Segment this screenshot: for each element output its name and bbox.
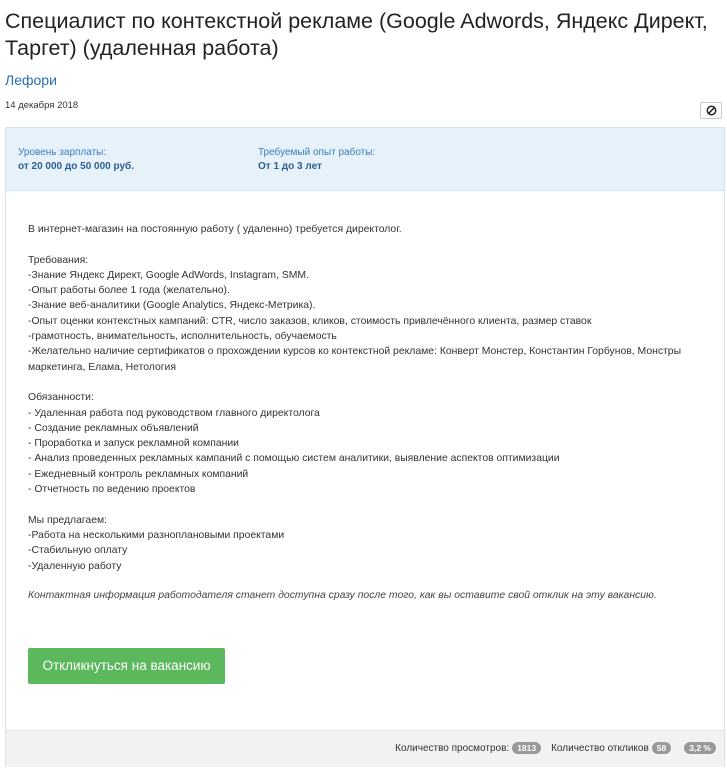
rate-stat: 3,2 % [681,742,716,754]
responses-label: Количество откликов [551,742,649,754]
views-label: Количество просмотров: [395,742,510,754]
response-rate-badge: 3,2 % [684,742,716,754]
vacancy-description: В интернет-магазин на постоянную работу … [28,222,708,574]
list-item: -Работа на несколькими разноплановыми пр… [28,529,285,541]
vacancy-card: Уровень зарплаты: от 20 000 до 50 000 ру… [5,127,725,767]
list-item: - Отчетность по ведению проектов [28,484,196,496]
list-item: -Опыт работы более 1 года (желательно). [28,285,230,297]
duties-title: Обязанности: [28,392,94,404]
list-item: - Ежедневный контроль рекламных компаний [28,468,249,480]
list-item: -грамотность, внимательность, исполнител… [28,331,337,343]
list-item: - Анализ проведенных рекламных кампаний … [28,453,560,465]
responses-count-badge: 58 [651,742,672,754]
list-item: - Проработка и запуск рекламной компании [28,438,239,450]
list-item: -Опыт оценки контекстных кампаний: CTR, … [28,315,592,327]
experience-block: Требуемый опыт работы: От 1 до 3 лет [258,146,375,174]
company-link[interactable]: Лефори [5,72,57,88]
publish-date: 14 декабря 2018 [5,100,79,111]
list-item: - Создание рекламных объявлений [28,422,199,434]
list-item: -Стабильную оплату [28,545,128,557]
contact-note: Контактная информация работодателя стане… [28,590,657,601]
experience-value: От 1 до 3 лет [258,161,322,172]
hide-vacancy-button[interactable] [700,102,722,119]
vacancy-stats: Количество просмотров: 1813 Количество о… [6,730,724,767]
block-icon [706,105,716,116]
responses-stat: Количество откликов 58 [551,742,672,754]
vacancy-title: Специалист по контекстной рекламе (Googl… [5,9,708,60]
list-item: -Знание веб-аналитики (Google Analytics,… [28,300,316,312]
requirements-title: Требования: [28,254,89,266]
apply-button[interactable]: Откликнуться на вакансию [28,648,225,684]
offer-title: Мы предлагаем: [28,514,108,526]
salary-label: Уровень зарплаты: [18,147,107,158]
vacancy-summary: Уровень зарплаты: от 20 000 до 50 000 ру… [6,128,724,191]
salary-value: от 20 000 до 50 000 руб. [18,161,134,172]
salary-block: Уровень зарплаты: от 20 000 до 50 000 ру… [18,146,134,174]
experience-label: Требуемый опыт работы: [258,147,376,158]
list-item: -Удаленную работу [28,560,122,572]
list-item: -Знание Яндекс Директ, Google AdWords, I… [28,269,309,281]
intro-text: В интернет-магазин на постоянную работу … [28,224,402,235]
views-count-badge: 1813 [512,742,542,754]
views-stat: Количество просмотров: 1813 [395,742,542,754]
list-item: - Удаленная работа под руководством глав… [28,407,320,419]
list-item: -Желательно наличие сертификатов о прохо… [28,346,682,373]
